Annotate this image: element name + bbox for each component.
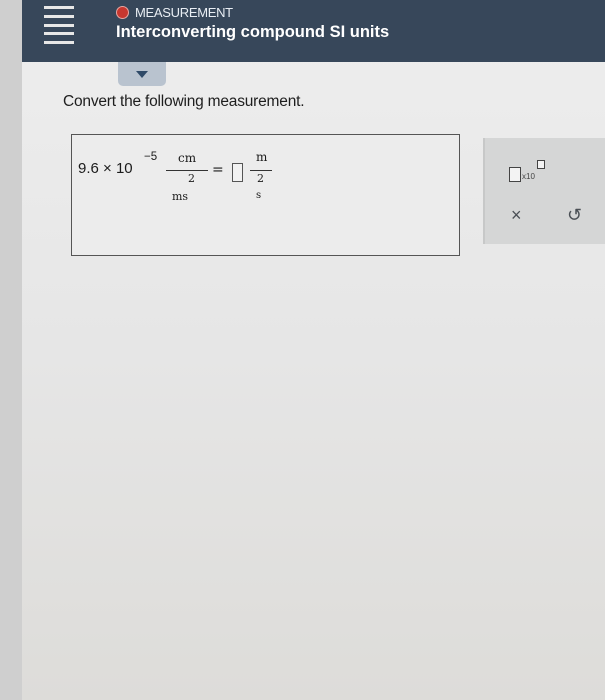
exponent-text: −5	[144, 151, 158, 163]
given-unit-denominator: ms	[172, 190, 189, 203]
undo-icon[interactable]: ↺	[567, 205, 582, 226]
menu-icon[interactable]	[44, 6, 74, 44]
base-box-icon	[509, 167, 521, 182]
answer-input[interactable]	[232, 163, 243, 182]
left-edge-strip	[0, 0, 22, 700]
target-unit-denominator-exponent: 2	[257, 172, 264, 185]
given-unit-numerator: cm	[178, 151, 197, 165]
exponent-box-icon	[537, 160, 545, 169]
clear-icon[interactable]: ×	[511, 205, 522, 226]
coefficient-text: 9.6 × 10	[78, 160, 133, 177]
scientific-notation-button[interactable]: x10	[509, 160, 545, 184]
target-unit-numerator: m	[256, 150, 268, 164]
question-instructions: Convert the following measurement.	[63, 93, 305, 110]
sci-notation-label: x10	[522, 172, 535, 181]
given-fraction-bar	[166, 170, 208, 171]
target-unit-denominator: s	[256, 190, 262, 201]
answer-toolbar: x10 × ↺	[483, 138, 605, 244]
module-label: MEASUREMENT	[135, 4, 233, 20]
given-unit-denominator-exponent: 2	[188, 172, 195, 185]
page-title: Interconverting compound SI units	[116, 23, 390, 41]
target-fraction-bar	[250, 170, 272, 171]
chevron-down-icon	[136, 70, 148, 78]
collapse-tab-button[interactable]	[118, 62, 166, 86]
equals-sign: =	[212, 162, 224, 178]
module-status-icon	[116, 5, 129, 19]
module-heading: MEASUREMENT	[116, 4, 233, 20]
